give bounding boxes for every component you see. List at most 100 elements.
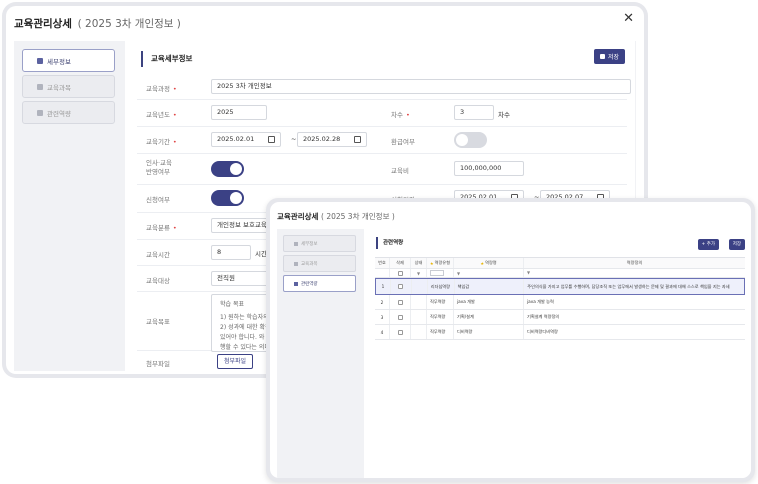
cell-definition: java 개발 능력 xyxy=(527,299,554,305)
apply-label: 신청여부 xyxy=(146,196,170,204)
target-label: 교육대상 xyxy=(146,277,170,285)
hours-input[interactable]: 8 xyxy=(211,245,251,260)
type-filter-select[interactable] xyxy=(430,270,444,276)
star-icon: ★ xyxy=(480,260,485,266)
column-header-definition[interactable]: 역량정의 xyxy=(524,258,745,268)
cell-definition: 주인의식을 가지고 업무를 수행하며, 담당조직 또는 업무에서 발생하는 문제… xyxy=(527,283,730,289)
filter-icon[interactable]: ▼ xyxy=(457,271,460,276)
competency-grid: 번호 삭제 상태 ★ 역량유형 ★ 역량명 역량정의 ▼ ▼ ▼ 1 리더십역량… xyxy=(375,257,745,340)
period-start-input[interactable]: 2025.02.01 xyxy=(211,132,281,147)
toggle-knob xyxy=(456,134,468,146)
sidebar-item-subjects[interactable]: 교육과목 xyxy=(22,75,115,98)
toggle-knob xyxy=(230,163,242,175)
cell-type: 리더십역량 xyxy=(428,279,455,294)
cell-type: 직무역량 xyxy=(427,295,454,309)
table-row[interactable]: 3 직무역량 기획/설계 기획설계 역량정의 xyxy=(375,310,745,325)
sidebar-item-label: 세부정보 xyxy=(47,57,71,66)
goal-label: 교육목표 xyxy=(146,318,170,326)
category-label: 교육분류 • xyxy=(146,224,177,232)
sidebar-item-details[interactable]: 세부정보 xyxy=(22,49,115,72)
cell-definition: 디비역량디비역량 xyxy=(527,329,558,335)
grid-header: 번호 삭제 상태 ★ 역량유형 ★ 역량명 역량정의 xyxy=(375,257,745,269)
cell-delete xyxy=(391,279,412,294)
save-button-label: 저장 xyxy=(607,54,619,61)
table-row[interactable]: 4 직무역량 디비역량 디비역량디비역량 xyxy=(375,325,745,340)
sidebar-item-subjects[interactable]: 교육과목 xyxy=(283,255,356,272)
sidebar-item-label: 교육과목 xyxy=(47,83,71,92)
period-end-input[interactable]: 2025.02.28 xyxy=(297,132,367,147)
course-label: 교육과정 • xyxy=(146,85,177,93)
sidebar-item-label: 관련역량 xyxy=(301,281,318,287)
row-checkbox[interactable] xyxy=(397,329,403,335)
bar-chart-icon xyxy=(37,109,43,116)
save-button[interactable]: 저장 xyxy=(728,239,745,250)
cost-label: 교육비 xyxy=(391,167,409,175)
cell-type: 직무역량 xyxy=(427,310,454,324)
cell-delete xyxy=(390,295,411,309)
column-header-status[interactable]: 상태 xyxy=(411,258,427,268)
competency-panel: 관련역량 + 추가 저장 번호 삭제 상태 ★역량유형 ★역량명 역량정의 xyxy=(364,229,751,478)
cell-no: 1 xyxy=(376,279,391,294)
cell-status xyxy=(411,325,427,339)
sidebar-item-details[interactable]: 세부정보 xyxy=(283,235,356,252)
cell-status xyxy=(412,279,428,294)
layers-icon xyxy=(294,261,298,266)
hr-toggle[interactable] xyxy=(211,161,244,177)
filter-icon[interactable]: ▼ xyxy=(527,270,530,276)
hours-label: 교육시간 xyxy=(146,251,170,259)
cell-type: 직무역량 xyxy=(427,325,454,339)
calendar-icon[interactable] xyxy=(354,136,361,143)
row-year: 교육년도 • 2025 차수 • 3 차수 xyxy=(137,100,627,127)
window-title-main: 교육관리상세 xyxy=(277,212,319,221)
round-input[interactable]: 3 xyxy=(454,105,494,120)
add-button[interactable]: + 추가 xyxy=(697,239,719,250)
select-all-checkbox[interactable] xyxy=(397,270,403,276)
cell-no: 4 xyxy=(375,325,390,339)
column-header-name[interactable]: ★ 역량명 xyxy=(454,258,524,268)
section-title: 관련역량 xyxy=(376,237,403,249)
row-checkbox[interactable] xyxy=(397,299,403,305)
layers-icon xyxy=(37,83,43,90)
document-icon xyxy=(294,241,298,246)
filter-cell: ▼ xyxy=(524,269,745,277)
toggle-knob xyxy=(230,192,242,204)
course-input[interactable]: 2025 3차 개인정보 xyxy=(211,79,631,94)
refund-toggle[interactable] xyxy=(454,132,487,148)
table-row[interactable]: 2 직무역량 java 개발 java 개발 능력 xyxy=(375,295,745,310)
attach-button[interactable]: 첨부파일 xyxy=(217,354,254,369)
sidebar-item-label: 세부정보 xyxy=(301,241,318,247)
table-row[interactable]: 1 리더십역량 책임감 주인의식을 가지고 업무를 수행하며, 담당조직 또는 … xyxy=(375,278,745,295)
close-icon[interactable]: ✕ xyxy=(623,12,634,25)
column-header-no[interactable]: 번호 xyxy=(375,258,390,268)
save-button[interactable]: 저장 xyxy=(593,49,625,64)
window-body: 세부정보 교육과목 관련역량 관련역량 + 추가 저장 번호 삭제 상태 ★ 역… xyxy=(277,229,751,478)
sidebar-item-competency[interactable]: 관련역량 xyxy=(22,101,115,124)
sidebar: 세부정보 교육과목 관련역량 xyxy=(22,49,115,127)
filter-cell xyxy=(427,269,454,277)
round-label: 차수 • xyxy=(391,111,410,119)
row-checkbox[interactable] xyxy=(397,314,403,320)
save-icon xyxy=(599,54,605,59)
cell-delete xyxy=(390,310,411,324)
sidebar-item-competency[interactable]: 관련역량 xyxy=(283,275,356,292)
year-input[interactable]: 2025 xyxy=(211,105,267,120)
cell-name: 디비역량 xyxy=(454,325,524,339)
cell-status xyxy=(411,295,427,309)
cell-status xyxy=(411,310,427,324)
filter-icon[interactable]: ▼ xyxy=(417,271,420,276)
detail-window-front-inner: 교육관리상세 ( 2025 3차 개인정보 ) 세부정보 교육과목 관련역량 관… xyxy=(270,202,751,478)
attach-label: 첨부파일 xyxy=(146,360,170,368)
row-hr: 인사·교육 반영여부 교육비 100,000,000 xyxy=(137,154,627,185)
column-header-delete[interactable]: 삭제 xyxy=(390,258,411,268)
filter-cell: ▼ xyxy=(454,269,524,277)
cell-delete xyxy=(390,325,411,339)
cell-no: 3 xyxy=(375,310,390,324)
cost-input[interactable]: 100,000,000 xyxy=(454,161,524,176)
apply-toggle[interactable] xyxy=(211,190,244,206)
year-label: 교육년도 • xyxy=(146,111,177,119)
cell-name: 기획/설계 xyxy=(454,310,524,324)
row-checkbox[interactable] xyxy=(398,284,404,289)
calendar-icon[interactable] xyxy=(268,136,275,143)
window-title: 교육관리상세 ( 2025 3차 개인정보 ) xyxy=(277,211,395,222)
column-header-type[interactable]: ★ 역량유형 xyxy=(427,258,454,268)
